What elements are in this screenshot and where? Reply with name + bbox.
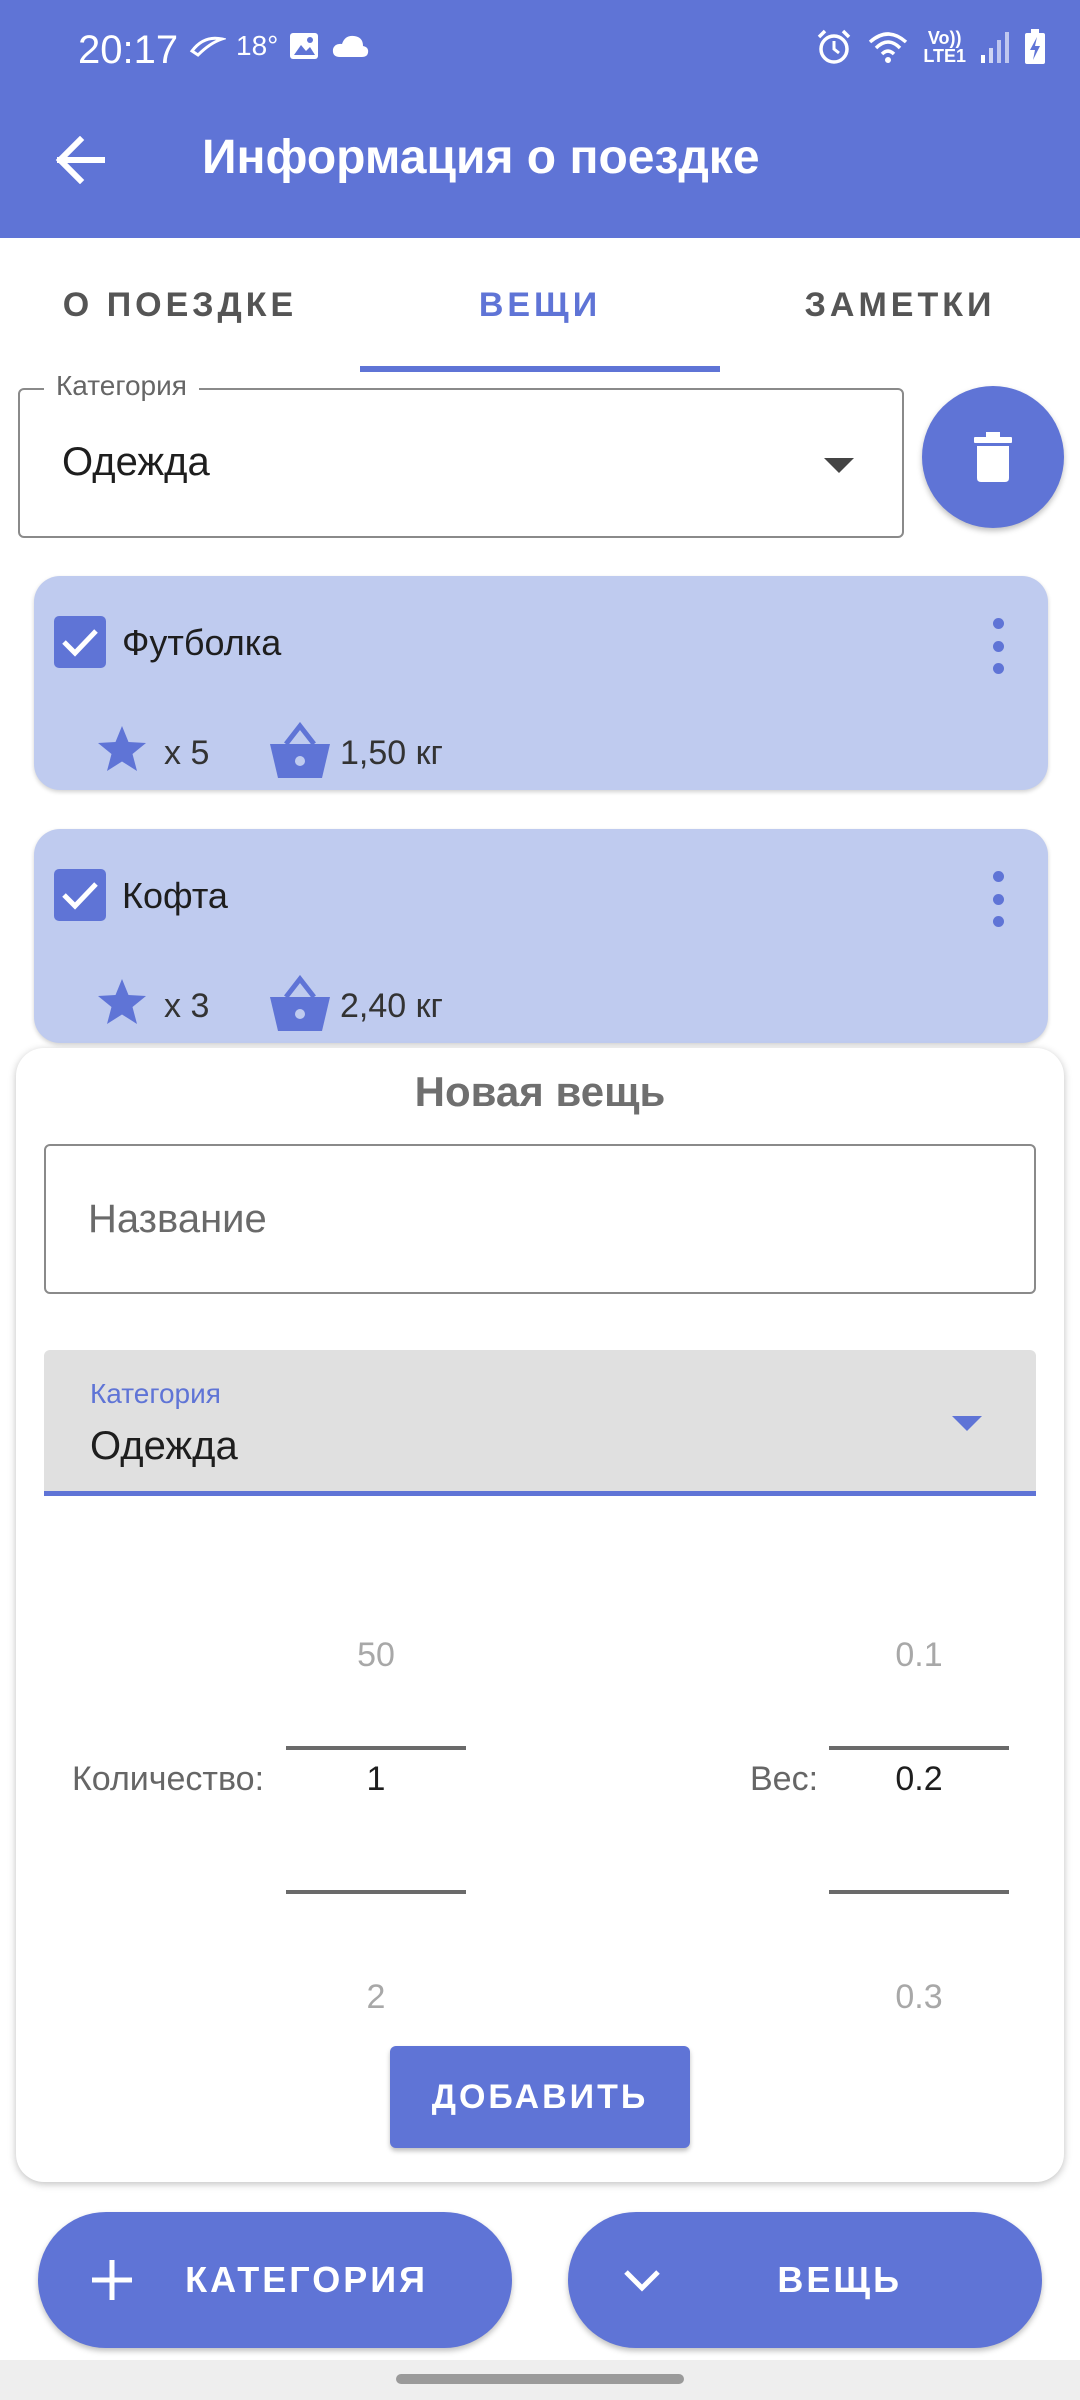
status-temperature: 18° [236,30,279,61]
more-vert-icon[interactable] [988,871,1008,927]
item-quantity: x 3 [164,987,210,1025]
dropdown-arrow-icon [952,1416,982,1431]
item-card[interactable]: Футболка x 5 1,50 кг [34,576,1048,790]
tab-trip-info[interactable]: О ПОЕЗДКЕ [0,238,360,372]
item-weight: 2,40 кг [340,987,443,1025]
page-title: Информация о поездке [202,131,760,184]
status-time: 20:17 [78,28,179,72]
picker-divider [829,1890,1009,1894]
status-left-icons: 18° [188,30,370,62]
category-dropdown-label: Категория [44,370,199,402]
chevron-down-icon [614,2252,670,2308]
new-item-sheet: Новая вещь Категория Одежда Количество: … [16,1048,1064,2182]
wifi-icon [869,32,908,63]
picker-divider [286,1746,466,1750]
item-name: Кофта [122,875,228,916]
weight-selected-value: 0.2 [895,1760,943,1798]
picker-divider [286,1890,466,1894]
alarm-icon [818,29,851,64]
quantity-label: Количество: [72,1760,265,1798]
app-bar: 20:17 18° Vo)) LTE1 Информация о поездке [0,0,1080,238]
add-item-button[interactable]: ДОБАВИТЬ [390,2046,690,2148]
item-name-input[interactable] [44,1144,1036,1294]
weight-prev-value: 0.1 [895,1636,943,1674]
add-category-button[interactable]: КАТЕГОРИЯ [38,2212,512,2348]
item-name: Футболка [122,622,282,663]
delete-category-button[interactable] [922,386,1064,528]
arrow-back-icon [55,136,105,184]
item-quantity: x 5 [164,734,210,772]
checkmark-icon [62,629,98,657]
image-icon [290,33,319,59]
quantity-selected-value: 1 [366,1760,386,1798]
star-icon [98,979,146,1024]
quantity-picker[interactable]: 50 1 2 [286,1588,466,2028]
add-item-toggle-button[interactable]: ВЕЩЬ [568,2212,1042,2348]
system-nav-bar [0,2360,1080,2400]
picker-divider [829,1746,1009,1750]
tab-bar: О ПОЕЗДКЕ ВЕЩИ ЗАМЕТКИ [0,238,1080,372]
network-type-label: Vo)) LTE1 [923,28,966,66]
weather-icon [189,36,226,57]
plus-icon [84,2252,140,2308]
trash-icon [974,432,1012,482]
basket-icon [270,975,330,1031]
new-item-category-label: Категория [90,1378,221,1409]
status-right-icons: Vo)) LTE1 [815,28,1046,66]
new-item-category-dropdown[interactable]: Категория Одежда [44,1350,1036,1496]
gesture-handle[interactable] [396,2374,684,2384]
weight-label: Вес: [750,1760,819,1798]
basket-icon [270,722,330,778]
add-category-label: КАТЕГОРИЯ [185,2259,428,2300]
new-item-category-value: Одежда [90,1424,238,1468]
dropdown-arrow-icon [824,458,854,473]
tab-items[interactable]: ВЕЩИ [360,238,720,372]
star-icon [98,726,146,771]
battery-charging-icon [1025,29,1045,64]
weight-next-value: 0.3 [895,1978,943,2016]
item-card[interactable]: Кофта x 3 2,40 кг [34,829,1048,1043]
quantity-prev-value: 50 [357,1636,395,1674]
item-weight: 1,50 кг [340,734,443,772]
sheet-title: Новая вещь [414,1068,666,1115]
item-checkbox[interactable] [54,869,106,921]
weight-picker[interactable]: 0.1 0.2 0.3 [829,1588,1009,2028]
tab-notes[interactable]: ЗАМЕТКИ [720,238,1080,372]
cloud-icon [333,35,369,57]
category-dropdown[interactable]: Категория Одежда [18,370,904,538]
add-item-toggle-label: ВЕЩЬ [777,2259,902,2300]
category-dropdown-value: Одежда [62,440,210,484]
signal-icon [981,32,1009,63]
back-button[interactable] [38,118,122,202]
quantity-next-value: 2 [366,1978,386,2016]
item-checkbox[interactable] [54,616,106,668]
more-vert-icon[interactable] [988,618,1008,674]
checkmark-icon [62,882,98,910]
